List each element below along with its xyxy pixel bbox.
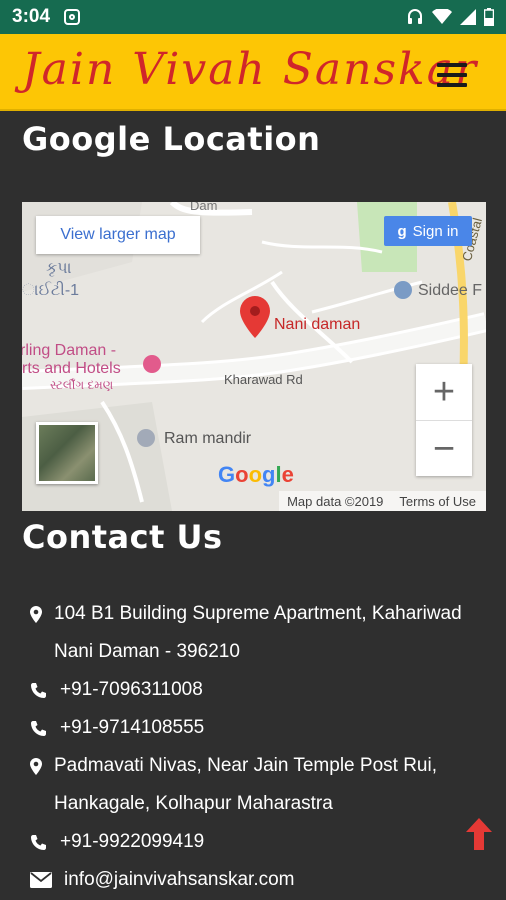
map-road-label: Kharawad Rd	[224, 372, 303, 387]
contact-phone-text[interactable]: +91-9922099419	[60, 823, 204, 861]
map-footer: Map data ©2019 Terms of Use	[279, 491, 486, 511]
google-location-title: Google Location	[22, 120, 321, 158]
google-logo-letter: G	[218, 462, 236, 487]
zoom-out-button[interactable]: −	[416, 421, 472, 477]
map-zoom-controls: + −	[416, 364, 472, 476]
contact-phone-text[interactable]: +91-7096311008	[60, 671, 203, 709]
contact-email-text[interactable]: info@jainvivahsanskar.com	[64, 861, 295, 899]
menu-icon[interactable]	[437, 63, 467, 87]
map-place-gujarati: કૃપા	[46, 260, 72, 277]
google-logo-letter: e	[281, 462, 294, 487]
google-logo-letter: g	[262, 462, 276, 487]
location-pin-icon	[30, 606, 42, 623]
contact-address-text: Padmavati Nivas, Near Jain Temple Post R…	[54, 755, 437, 814]
wifi-icon	[432, 9, 452, 24]
signal-icon	[460, 9, 476, 25]
satellite-toggle-thumbnail[interactable]	[36, 422, 98, 484]
contact-phone-item[interactable]: +91-9714108555	[30, 709, 490, 747]
contact-phone-item[interactable]: +91-9922099419	[30, 823, 490, 861]
terms-of-use-link[interactable]: Terms of Use	[399, 494, 476, 509]
map-place-sterling-2: rts and Hotels	[22, 360, 121, 377]
map-place-sterling-gujarati: સ્ટર્લીંગ દમણ	[50, 378, 114, 392]
map-place-gujarati-2: ાઈટી-1	[22, 282, 80, 299]
phone-icon	[31, 683, 46, 698]
status-time: 3:04	[12, 6, 51, 27]
sign-in-label: Sign in	[412, 222, 459, 240]
view-larger-map-link[interactable]: View larger map	[36, 216, 200, 254]
scroll-to-top-icon[interactable]	[466, 818, 492, 850]
map-place-dam: Dam	[190, 202, 218, 213]
location-pin-icon	[30, 758, 42, 775]
contact-phone-item[interactable]: +91-7096311008	[30, 671, 490, 709]
map-marker-label: Nani daman	[274, 316, 361, 333]
instagram-notification-icon	[64, 9, 81, 25]
google-g-icon: g	[397, 222, 407, 240]
embedded-map[interactable]: કૃપા ાઈટી-1 Dam Coastal Siddee F rling D…	[22, 202, 486, 511]
contact-address-text: 104 B1 Building Supreme Apartment, Kahar…	[54, 603, 462, 662]
contact-list: 104 B1 Building Supreme Apartment, Kahar…	[30, 595, 490, 899]
map-place-ram-mandir: Ram mandir	[164, 430, 252, 447]
battery-icon	[484, 8, 494, 26]
status-bar: 3:04	[0, 0, 506, 34]
zoom-in-button[interactable]: +	[416, 364, 472, 421]
phone-icon	[31, 721, 46, 736]
sign-in-button[interactable]: g Sign in	[384, 216, 472, 246]
google-logo-letter: o	[235, 462, 249, 487]
site-header: Jain Vivah Sanskar	[0, 34, 506, 111]
map-place-sterling: rling Daman -	[22, 342, 117, 359]
map-place-siddee: Siddee F	[418, 282, 483, 299]
contact-address-item: Padmavati Nivas, Near Jain Temple Post R…	[30, 747, 490, 823]
envelope-icon	[30, 872, 52, 888]
google-logo-letter: o	[248, 462, 263, 487]
headset-icon	[408, 9, 422, 24]
contact-address-item: 104 B1 Building Supreme Apartment, Kahar…	[30, 595, 490, 671]
site-logo[interactable]: Jain Vivah Sanskar	[22, 40, 478, 100]
contact-us-title: Contact Us	[22, 518, 223, 556]
contact-email-item[interactable]: info@jainvivahsanskar.com	[30, 861, 490, 899]
phone-icon	[31, 835, 46, 850]
contact-phone-text[interactable]: +91-9714108555	[60, 709, 204, 747]
google-logo: Google	[218, 462, 294, 488]
map-data-label: Map data ©2019	[287, 493, 384, 509]
